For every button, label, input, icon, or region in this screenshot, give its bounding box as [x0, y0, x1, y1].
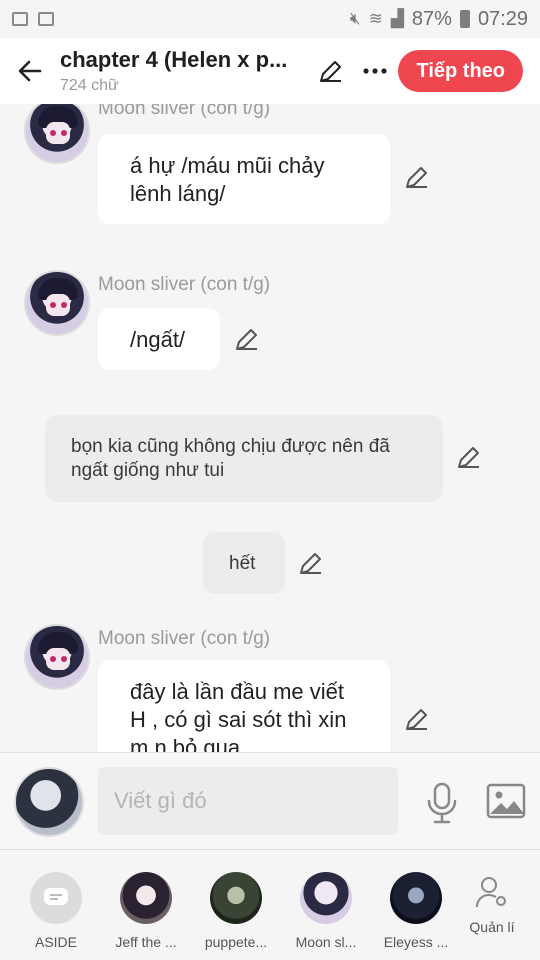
- edit-message-icon[interactable]: [404, 706, 430, 732]
- title-block: chapter 4 (Helen x p... 724 chữ: [60, 47, 310, 95]
- aside-avatar: [30, 872, 82, 924]
- message-bubble[interactable]: á hự /máu mũi chảy lênh láng/: [98, 134, 390, 224]
- author-avatar[interactable]: [24, 270, 90, 336]
- manage-characters-button[interactable]: Quản lí: [452, 874, 532, 935]
- character-aside[interactable]: ASIDE: [16, 872, 96, 950]
- next-chapter-button[interactable]: Tiếp theo: [398, 50, 523, 92]
- current-character-avatar[interactable]: [14, 767, 84, 837]
- character-puppeteer[interactable]: puppete...: [196, 872, 276, 950]
- signal-icon: ▟: [390, 9, 404, 28]
- edit-narration-icon[interactable]: [298, 550, 324, 576]
- more-options-button[interactable]: [360, 56, 390, 86]
- character-eleyess[interactable]: Eleyess ...: [376, 872, 456, 950]
- recycle-notification-icon: [38, 12, 54, 26]
- more-dots-icon: [363, 68, 387, 74]
- chat-area[interactable]: Moon sliver (con t/g) á hự /máu mũi chảy…: [0, 104, 540, 752]
- character-moon-sliver[interactable]: Moon sl...: [286, 872, 366, 950]
- word-count: 724 chữ: [60, 77, 119, 94]
- narration-bubble[interactable]: hết: [203, 532, 285, 594]
- microphone-icon[interactable]: [424, 781, 460, 825]
- edit-narration-icon[interactable]: [456, 444, 482, 470]
- character-label: puppete...: [204, 934, 268, 950]
- character-label: ASIDE: [34, 934, 77, 950]
- user-settings-icon: [476, 877, 506, 908]
- pencil-icon: [320, 61, 341, 82]
- narration-bubble[interactable]: bọn kia cũng không chịu được nên đã ngất…: [45, 415, 443, 502]
- character-jeff[interactable]: Jeff the ...: [106, 872, 186, 950]
- notification-icons: [12, 12, 54, 26]
- back-arrow-icon: [18, 60, 42, 82]
- story-header: chapter 4 (Helen x p... 724 chữ Tiếp the…: [0, 38, 540, 104]
- chapter-title: chapter 4 (Helen x p...: [60, 47, 288, 72]
- character-label: Quản lí: [469, 919, 515, 935]
- message-bubble[interactable]: /ngất/: [98, 308, 220, 370]
- back-button[interactable]: [0, 38, 60, 104]
- character-bar: ASIDE Jeff the ... puppete... Moon sl...…: [0, 850, 540, 960]
- chat-bubble-icon: [44, 888, 68, 905]
- character-avatar: [210, 872, 262, 924]
- compose-bar: [0, 752, 540, 850]
- battery-icon: [459, 10, 470, 28]
- character-avatar: [300, 872, 352, 924]
- battery-percent: 87%: [411, 7, 452, 30]
- edit-message-icon[interactable]: [404, 164, 430, 190]
- gallery-notification-icon: [12, 12, 28, 26]
- character-label: Eleyess ...: [383, 934, 449, 950]
- author-name: Moon sliver (con t/g): [98, 628, 271, 649]
- author-avatar[interactable]: [24, 104, 90, 164]
- edit-message-icon[interactable]: [234, 326, 260, 352]
- message-bubble[interactable]: đây là lần đầu me viết H , có gì sai sót…: [98, 660, 390, 752]
- character-label: Moon sl...: [295, 934, 357, 950]
- status-bar: 🔇︎ ≋ ▟ 87% 07:29: [0, 0, 540, 38]
- author-avatar[interactable]: [24, 624, 90, 690]
- clock: 07:29: [477, 7, 528, 30]
- edit-button[interactable]: [316, 56, 346, 86]
- character-avatar: [120, 872, 172, 924]
- image-icon[interactable]: [486, 783, 526, 819]
- author-name: Moon sliver (con t/g): [98, 274, 271, 295]
- character-avatar: [390, 872, 442, 924]
- message-input[interactable]: [98, 767, 398, 835]
- mute-icon: 🔇︎: [349, 9, 361, 28]
- wifi-icon: ≋: [368, 9, 383, 28]
- character-label: Jeff the ...: [115, 934, 177, 950]
- author-name: Moon sliver (con t/g): [98, 104, 271, 119]
